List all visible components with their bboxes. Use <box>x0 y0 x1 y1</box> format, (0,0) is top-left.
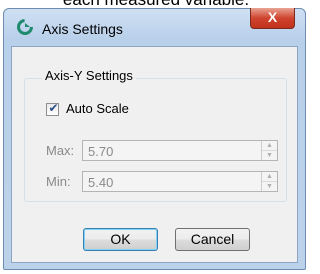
max-spinbox[interactable]: 5.70 ▲ ▼ <box>82 140 278 161</box>
group-title: Axis-Y Settings <box>42 68 136 83</box>
window-title: Axis Settings <box>42 21 123 37</box>
max-spin-buttons: ▲ ▼ <box>261 141 277 160</box>
title-bar[interactable]: Axis Settings X <box>4 8 305 39</box>
min-spin-buttons: ▲ ▼ <box>261 172 277 191</box>
arrow-up-icon[interactable]: ▲ <box>262 172 277 182</box>
close-button[interactable]: X <box>250 8 295 29</box>
auto-scale-checkbox[interactable]: ✔ <box>46 101 59 116</box>
arrow-up-icon[interactable]: ▲ <box>262 141 277 151</box>
arrow-down-icon[interactable]: ▼ <box>262 182 277 191</box>
checkmark-icon: ✔ <box>48 101 59 115</box>
max-value[interactable]: 5.70 <box>88 144 113 159</box>
min-value[interactable]: 5.40 <box>88 175 113 190</box>
ok-button[interactable]: OK <box>83 228 158 251</box>
cancel-button[interactable]: Cancel <box>175 228 250 251</box>
min-spinbox[interactable]: 5.40 ▲ ▼ <box>82 171 278 192</box>
arrow-down-icon[interactable]: ▼ <box>262 151 277 160</box>
close-icon: X <box>267 9 278 25</box>
auto-scale-label[interactable]: Auto Scale <box>66 101 129 116</box>
app-logo-icon <box>17 19 33 35</box>
max-label: Max: <box>46 143 75 158</box>
min-label: Min: <box>46 174 71 189</box>
